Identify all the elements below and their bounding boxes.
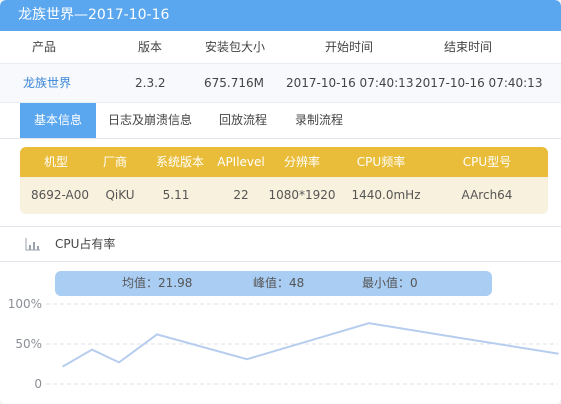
spec-header-resolution: 分辨率	[283, 155, 320, 169]
spec-value-row: 8692-A00 QiKU 5.11 22 1080*1920 1440.0mH…	[20, 177, 548, 214]
spec-os-version-value: 5.11	[162, 188, 190, 202]
app-window: 龙族世界—2017-10-16 产品 版本 安装包大小 开始时间 结束时间 龙族…	[0, 0, 561, 404]
header-end-time: 结束时间	[444, 40, 493, 54]
spec-header-cpu-freq: CPU频率	[356, 155, 406, 169]
cpu-usage-chart: 100% 50% 0	[0, 292, 561, 404]
info-table-row: 龙族世界 2.3.2 675.716M 2017-10-16 07:40:13 …	[0, 63, 561, 103]
cpu-data-point	[557, 352, 559, 355]
y-tick-label: 50%	[15, 337, 42, 351]
cpu-data-point	[62, 365, 64, 368]
cpu-section-header: CPU占有率	[0, 226, 561, 262]
info-table-header: 产品 版本 安装包大小 开始时间 结束时间	[0, 31, 561, 63]
tab-recording[interactable]: 录制流程	[284, 103, 354, 138]
spec-vendor-value: QiKU	[105, 188, 135, 202]
y-tick-label: 100%	[8, 297, 42, 311]
cpu-chart-svg: 100% 50% 0	[8, 297, 559, 391]
cpu-data-point	[457, 336, 459, 339]
spec-header-row: 机型 厂商 系统版本 APIlevel 分辨率 CPU频率 CPU型号	[20, 147, 548, 177]
tab-label: 录制流程	[294, 113, 343, 127]
spec-header-vendor: 厂商	[102, 155, 127, 169]
tab-label: 基本信息	[33, 113, 82, 127]
tab-playback[interactable]: 回放流程	[208, 103, 278, 138]
spec-resolution-value: 1080*1920	[268, 188, 336, 202]
spec-header-api-level: APIlevel	[217, 155, 265, 169]
spec-header-model: 机型	[43, 155, 68, 169]
title-bar: 龙族世界—2017-10-16	[0, 0, 561, 31]
tab-basic-info[interactable]: 基本信息	[20, 103, 96, 138]
header-start-time: 开始时间	[325, 40, 374, 54]
spec-header-os-version: 系统版本	[155, 155, 204, 169]
bar-chart-icon	[25, 237, 41, 254]
start-time-value: 2017-10-16 07:40:13	[286, 76, 414, 90]
tab-logs-crash[interactable]: 日志及崩溃信息	[100, 103, 200, 138]
cpu-usage-line	[62, 322, 559, 368]
end-time-value: 2017-10-16 07:40:13	[415, 76, 543, 90]
package-size-value: 675.716M	[204, 76, 264, 90]
spec-cpu-model-value: AArch64	[461, 188, 513, 202]
y-tick-label: 0	[34, 377, 42, 391]
cpu-data-point	[246, 358, 248, 360]
tab-bar: 基本信息 日志及崩溃信息 回放流程 录制流程	[0, 103, 561, 139]
cpu-section-title: CPU占有率	[55, 237, 116, 251]
tab-label: 回放流程	[218, 113, 267, 127]
header-version: 版本	[138, 40, 163, 54]
product-link[interactable]: 龙族世界	[23, 64, 71, 102]
spec-header-cpu-model: CPU型号	[462, 155, 512, 169]
device-spec-table: 机型 厂商 系统版本 APIlevel 分辨率 CPU频率 CPU型号 8692…	[20, 147, 548, 214]
tab-label: 日志及崩溃信息	[107, 113, 192, 127]
version-value: 2.3.2	[135, 76, 166, 90]
cpu-data-point	[118, 361, 120, 364]
cpu-data-point	[156, 333, 158, 336]
window-title: 龙族世界—2017-10-16	[18, 7, 170, 23]
header-product: 产品	[32, 40, 57, 54]
spec-model-value: 8692-A00	[30, 188, 90, 202]
cpu-data-point	[91, 348, 93, 351]
header-package-size: 安装包大小	[205, 40, 266, 54]
cpu-data-point	[368, 322, 370, 324]
spec-cpu-freq-value: 1440.0mHz	[351, 188, 421, 202]
